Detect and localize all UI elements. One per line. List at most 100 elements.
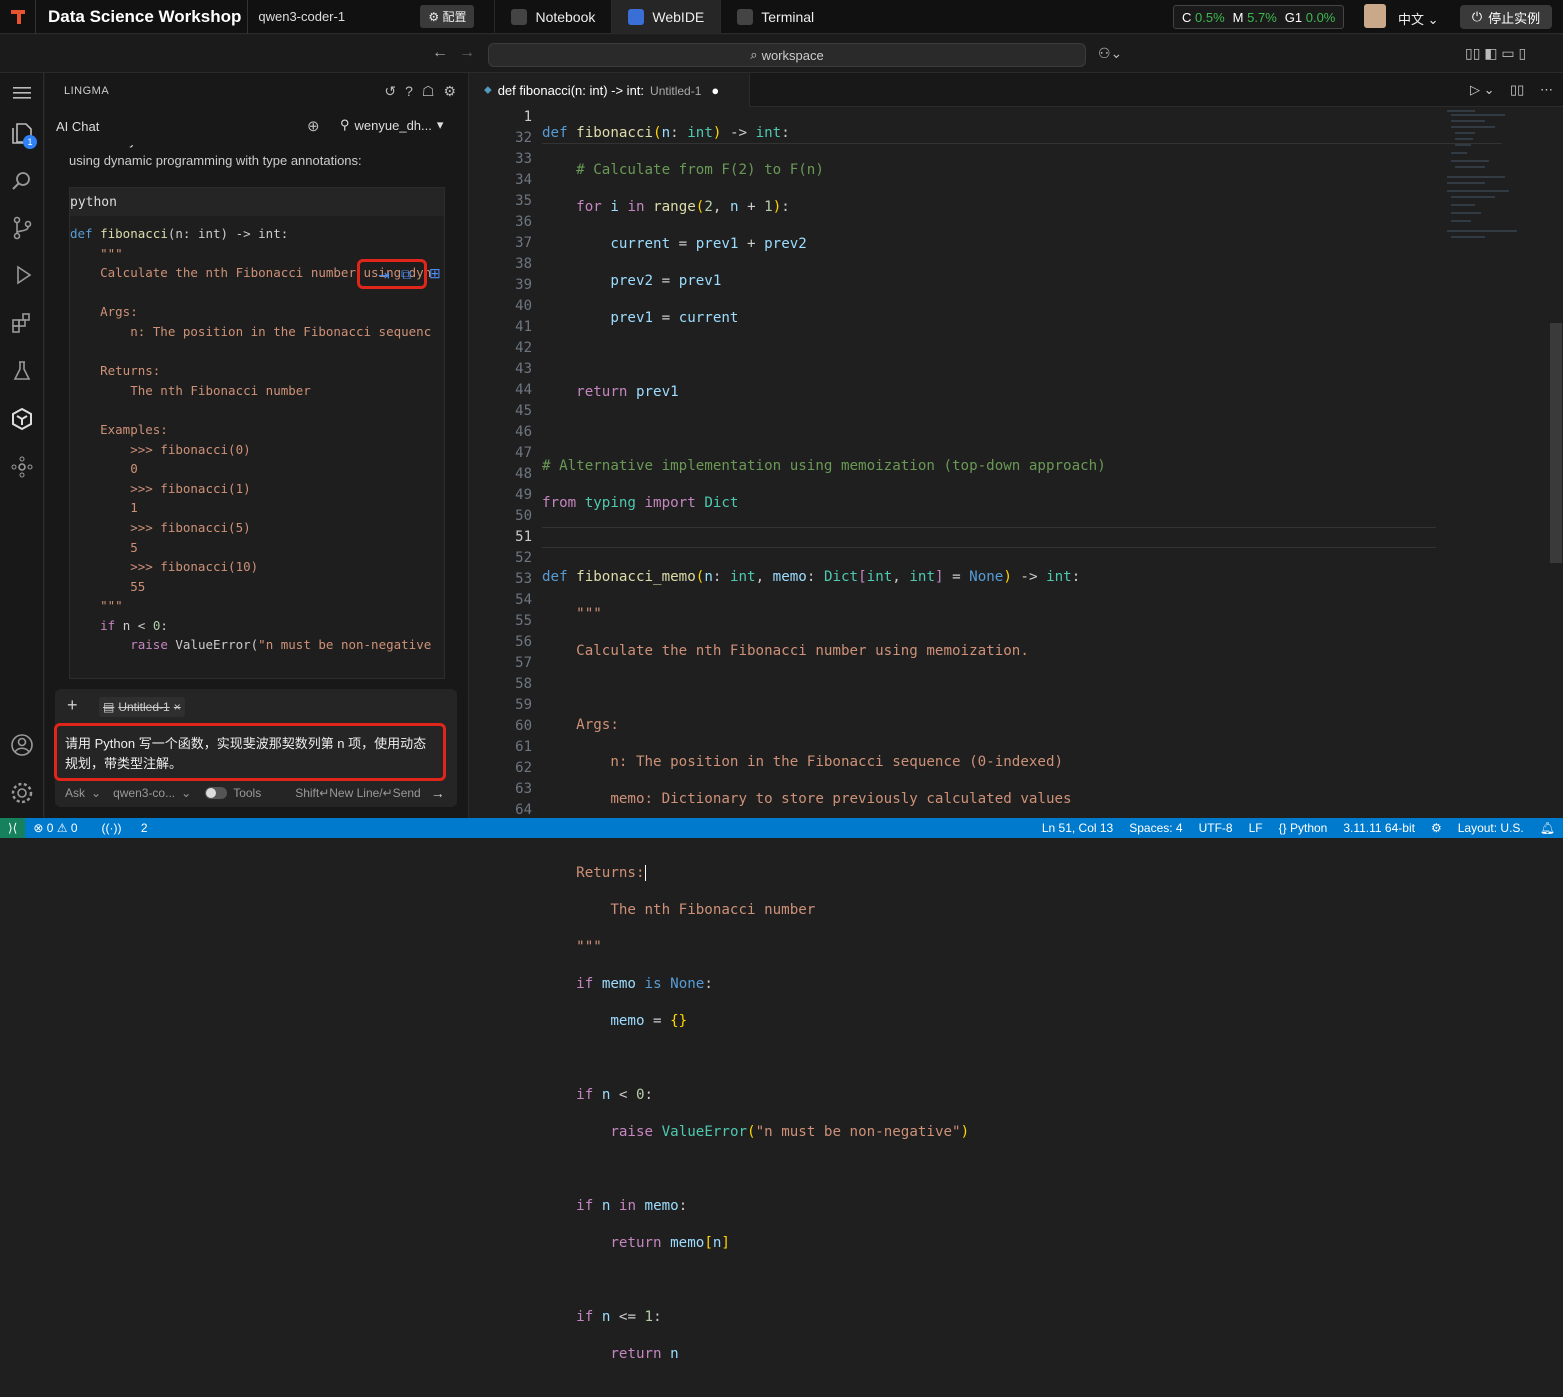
run-icon[interactable]: ▷ ⌄: [1470, 82, 1495, 98]
line-number: 60: [515, 718, 532, 734]
ports-count[interactable]: ((·)) 2: [86, 821, 164, 835]
settings-icon[interactable]: ⚙: [443, 83, 456, 100]
copilot-icon[interactable]: ⚇⌄: [1098, 45, 1122, 62]
context-chip[interactable]: ▤ Untitled-1 ×: [99, 697, 185, 717]
language-select[interactable]: 中文 ⌄: [1398, 9, 1439, 28]
line-number: 38: [515, 256, 532, 272]
split-editor-icon[interactable]: ▯▯: [1510, 82, 1524, 98]
line-number: 33: [515, 151, 532, 167]
lingma-sidebar: LINGMA ↺ ? ☖ ⚙ AI Chat ⊕ ⚲ wenyue_dh... ▾ …: [45, 73, 469, 818]
stop-instance-button[interactable]: ⏻ 停止实例: [1460, 5, 1552, 29]
line-number: 63: [515, 781, 532, 797]
source-control-icon[interactable]: [0, 208, 44, 248]
mode-select[interactable]: Ask: [65, 786, 85, 800]
code-editor[interactable]: def fibonacci(n: int) -> int: # Calculat…: [542, 107, 1502, 1397]
line-number: 34: [515, 172, 532, 188]
search-icon: ⌕: [750, 47, 758, 62]
command-search[interactable]: ⌕ workspace: [488, 43, 1086, 67]
line-number: 50: [515, 508, 532, 524]
cursor-position[interactable]: Ln 51, Col 13: [1034, 821, 1121, 835]
config-button[interactable]: ⚙ 配置: [420, 5, 475, 28]
tab-notebook[interactable]: Notebook: [494, 0, 611, 34]
resource-metrics: C 0.5% M 5.7% G1 0.0%: [1173, 5, 1345, 29]
python-file-icon: ⬥: [484, 84, 492, 96]
search-icon[interactable]: [0, 161, 44, 201]
editor-area: ⬥ def fibonacci(n: int) -> int: Untitled…: [470, 73, 1563, 1362]
app-logo-icon[interactable]: [0, 0, 36, 34]
close-icon[interactable]: ×: [174, 700, 181, 714]
line-number: 47: [515, 445, 532, 461]
tab-webide[interactable]: WebIDE: [611, 0, 721, 34]
broadcast-icon: ((·)): [101, 821, 122, 835]
language-mode[interactable]: {} Python: [1271, 821, 1336, 835]
notebook-icon: [511, 8, 528, 25]
testing-icon[interactable]: [0, 351, 44, 391]
line-number: 53: [515, 571, 532, 587]
send-arrow-icon[interactable]: →: [431, 785, 445, 801]
help-icon[interactable]: ?: [405, 83, 413, 100]
new-file-icon[interactable]: ⊞: [429, 265, 441, 282]
line-number: 57: [515, 655, 532, 671]
extension-icon[interactable]: ⚙: [1423, 821, 1450, 835]
forward-arrow-icon[interactable]: →: [459, 44, 475, 62]
editor-tab[interactable]: ⬥ def fibonacci(n: int) -> int: Untitled…: [470, 73, 750, 107]
tab-label: Terminal: [761, 8, 815, 25]
line-number: 32: [515, 130, 532, 146]
add-context-icon[interactable]: +: [67, 695, 78, 716]
layout-icons[interactable]: ▯▯ ◧ ▭ ▯: [1465, 45, 1526, 62]
assistant-message: Here's a Python function that calculates…: [69, 145, 447, 168]
line-number: 44: [515, 382, 532, 398]
history-icon[interactable]: ↺: [384, 83, 396, 100]
editor-tab-title: def fibonacci(n: int) -> int:: [497, 83, 645, 98]
send-hint: Shift↵New Line/↵Send: [295, 786, 421, 800]
gpu-label: G1: [1284, 9, 1303, 25]
cpu-value: 0.5%: [1195, 9, 1225, 25]
chat-scroll[interactable]: Here's a Python function that calculates…: [45, 145, 469, 683]
more-actions-icon[interactable]: ⋯: [1540, 82, 1553, 98]
mem-label: M: [1232, 9, 1244, 25]
run-debug-icon[interactable]: [0, 255, 44, 295]
model-select[interactable]: qwen3-co...: [113, 786, 175, 800]
line-number: 36: [515, 214, 532, 230]
line-number: 37: [515, 235, 532, 251]
line-number: 62: [515, 760, 532, 776]
new-chat-icon[interactable]: ⊕: [307, 117, 320, 135]
line-number: 40: [515, 298, 532, 314]
feedback-icon[interactable]: ☖: [422, 83, 435, 100]
instance-name: qwen3-coder-1: [258, 9, 346, 24]
keyboard-layout[interactable]: Layout: U.S.: [1450, 821, 1532, 835]
line-number: 51: [515, 529, 532, 545]
context-file: Untitled-1: [118, 700, 170, 714]
cpu-label: C: [1182, 9, 1192, 25]
editor-scrollbar[interactable]: [1550, 323, 1562, 563]
notifications-bell-icon[interactable]: 🔔︎: [1532, 821, 1563, 835]
remote-icon[interactable]: ⟩⟨: [0, 818, 26, 838]
tab-terminal[interactable]: Terminal: [720, 0, 830, 34]
interpreter[interactable]: 3.11.11 64-bit: [1335, 821, 1423, 835]
back-arrow-icon[interactable]: ←: [432, 44, 448, 62]
chevron-down-icon: ⌄: [91, 786, 102, 800]
explorer-icon[interactable]: [0, 113, 44, 153]
settings-gear-icon[interactable]: [0, 773, 44, 813]
user-selector[interactable]: ⚲ wenyue_dh... ▾: [340, 117, 443, 133]
tools-toggle[interactable]: [205, 787, 228, 799]
highlight-box: [54, 723, 446, 781]
encoding[interactable]: UTF-8: [1191, 821, 1241, 835]
line-ending[interactable]: LF: [1241, 821, 1271, 835]
minimap[interactable]: [1445, 107, 1525, 247]
chat-composer: + ▤ Untitled-1 × 请用 Python 写一个函数，实现斐波那契数列第…: [54, 689, 457, 807]
lingma-icon[interactable]: [0, 399, 44, 439]
search-text: workspace: [761, 47, 824, 63]
user-name: wenyue_dh...: [354, 117, 432, 133]
unsaved-dot-icon[interactable]: ●: [711, 83, 719, 98]
line-number: 41: [515, 319, 532, 335]
account-icon[interactable]: [0, 725, 44, 765]
highlight-box: [357, 259, 427, 289]
extensions-icon[interactable]: [0, 303, 44, 343]
indentation[interactable]: Spaces: 4: [1121, 821, 1190, 835]
sidebar-toolbar: ↺ ? ☖ ⚙: [384, 83, 456, 100]
problems-count[interactable]: ⊗ 0 ⚠ 0: [25, 821, 85, 835]
avatar[interactable]: [1364, 4, 1386, 28]
menu-icon[interactable]: [0, 73, 44, 113]
network-icon[interactable]: [0, 447, 44, 487]
